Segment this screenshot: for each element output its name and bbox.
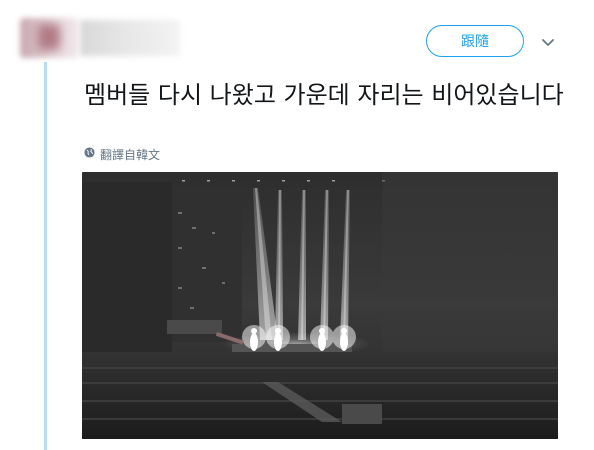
thread-line xyxy=(44,62,47,450)
avatar[interactable] xyxy=(20,18,78,58)
follow-button[interactable]: 跟隨 xyxy=(426,25,524,57)
chevron-down-icon[interactable] xyxy=(540,34,556,50)
author-name-blurred[interactable] xyxy=(80,20,180,56)
globe-icon xyxy=(84,147,95,161)
translate-label: 翻譯自韓文 xyxy=(100,147,161,162)
tweet-photo[interactable] xyxy=(82,172,558,439)
translate-link[interactable]: 翻譯自韓文 xyxy=(84,146,160,162)
tweet-text: 멤버들 다시 나왔고 가운데 자리는 비어있습니다 xyxy=(84,81,564,109)
